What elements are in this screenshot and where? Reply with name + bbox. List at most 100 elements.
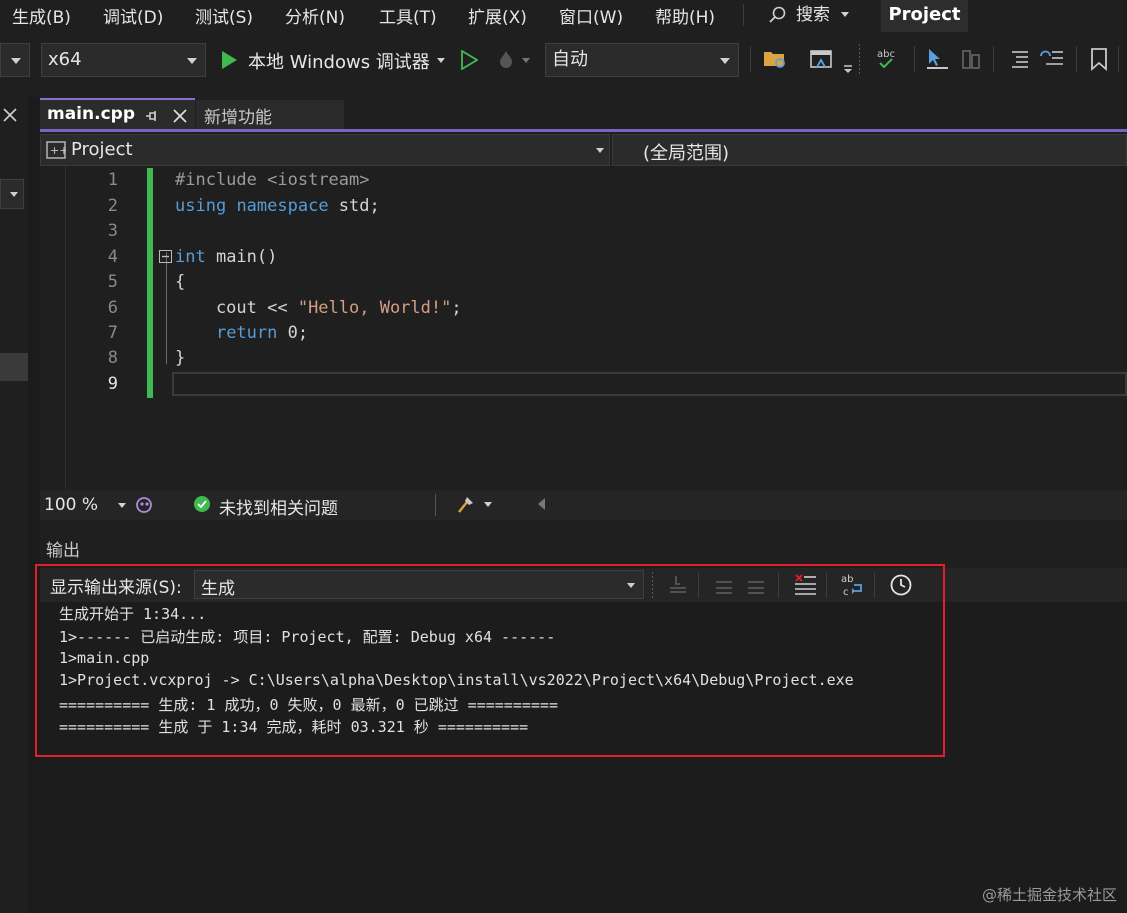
- close-icon[interactable]: [172, 108, 188, 124]
- find-message-icon: [670, 576, 686, 593]
- output-toolbar: 显示输出来源(S): 生成 ab c: [40, 568, 1127, 602]
- run-debugger-button[interactable]: 本地 Windows 调试器: [216, 43, 454, 77]
- fold-guide: [166, 252, 167, 364]
- output-line: ========== 生成: 1 成功，0 失败，0 最新，0 已跳过 ====…: [59, 696, 558, 714]
- zoom-level: 100 %: [44, 495, 99, 515]
- line-number: 6: [107, 298, 118, 318]
- output-line: 1>Project.vcxproj -> C:\Users\alpha\Desk…: [59, 671, 854, 689]
- code-line: int main(): [175, 247, 278, 267]
- code-line: return 0;: [215, 323, 309, 343]
- tab-label: main.cpp: [47, 104, 135, 124]
- watermark: @稀土掘金技术社区: [981, 886, 1117, 904]
- play-icon: [222, 51, 237, 69]
- clear-all-icon[interactable]: [792, 571, 818, 599]
- status-separator: [435, 494, 436, 516]
- menu-help[interactable]: 帮助(H): [655, 3, 715, 28]
- output-source-dropdown[interactable]: 生成: [194, 570, 644, 599]
- chevron-down-icon: [522, 58, 530, 63]
- line-number: 5: [107, 272, 118, 292]
- comment-lines-icon[interactable]: [1006, 46, 1032, 72]
- chevron-down-icon: [484, 502, 492, 507]
- overflow-icon[interactable]: [842, 52, 854, 74]
- project-scope-dropdown[interactable]: ++ Project: [40, 134, 610, 166]
- spell-check-icon[interactable]: abc: [875, 46, 903, 72]
- scroll-left-icon[interactable]: [538, 498, 545, 510]
- output-source-label: 显示输出来源(S):: [50, 578, 182, 598]
- config-combo[interactable]: [0, 43, 30, 77]
- code-line: }: [175, 348, 186, 368]
- output-title: 输出: [46, 541, 80, 561]
- solution-explorer-icon[interactable]: [808, 47, 834, 71]
- chevron-down-icon: [841, 12, 849, 17]
- tab-accent-line: [40, 129, 1127, 132]
- next-message-icon: [748, 581, 764, 594]
- uncomment-lines-icon[interactable]: [1038, 46, 1066, 72]
- menu-window[interactable]: 窗口(W): [559, 3, 623, 28]
- search-box[interactable]: 搜索: [766, 0, 856, 30]
- bookmark-icon[interactable]: [1088, 46, 1110, 72]
- search-icon: [769, 6, 786, 23]
- platform-combo[interactable]: x64: [41, 43, 206, 77]
- layout-icon: [962, 50, 980, 69]
- line-number: 8: [107, 348, 118, 368]
- editor-status-bar: 100 % 未找到相关问题: [40, 490, 1127, 520]
- chevron-down-icon: [118, 503, 126, 508]
- line-number: 4: [107, 247, 118, 267]
- menu-bar: 生成(B) 调试(D) 测试(S) 分析(N) 工具(T) 扩展(X) 窗口(W…: [0, 0, 1127, 32]
- toolbar-separator: [1118, 46, 1119, 72]
- panel-combo[interactable]: [0, 179, 24, 209]
- global-scope-dropdown[interactable]: (全局范围): [612, 134, 1127, 166]
- issues-status[interactable]: 未找到相关问题: [219, 494, 338, 519]
- menu-tools[interactable]: 工具(T): [379, 3, 437, 28]
- folder-search-icon[interactable]: [762, 47, 788, 71]
- menu-extensions[interactable]: 扩展(X): [468, 3, 527, 28]
- collapse-icon[interactable]: [159, 250, 172, 263]
- line-number: 7: [107, 323, 118, 343]
- output-line: 1>main.cpp: [59, 649, 150, 667]
- panel-splitter[interactable]: [28, 97, 40, 913]
- tab-whats-new[interactable]: 新增功能: [196, 100, 344, 130]
- code-line: {: [175, 272, 186, 292]
- menu-debug[interactable]: 调试(D): [103, 3, 163, 28]
- output-text-area[interactable]: [40, 602, 1127, 913]
- output-line: 生成开始于 1:34...: [59, 605, 207, 623]
- project-scope-label: Project: [71, 139, 133, 160]
- line-number: 2: [107, 196, 118, 216]
- close-icon[interactable]: [2, 107, 18, 123]
- line-number: 1: [107, 170, 118, 190]
- start-without-debugging-icon[interactable]: [460, 50, 478, 70]
- debug-target-combo[interactable]: 自动: [545, 43, 739, 77]
- line-number: 3: [107, 221, 118, 241]
- toolbar-separator: [778, 572, 779, 598]
- menu-analyze[interactable]: 分析(N): [285, 3, 345, 28]
- toolbar-separator: [914, 46, 915, 72]
- toolbar-separator: [993, 46, 994, 72]
- code-cleanup-icon[interactable]: [455, 494, 477, 516]
- search-label: 搜索: [796, 5, 830, 25]
- chevron-down-icon: [11, 58, 21, 64]
- code-line: using namespace std;: [175, 196, 380, 216]
- pin-icon[interactable]: [144, 109, 158, 123]
- menu-test[interactable]: 测试(S): [195, 3, 253, 28]
- toolbar-grip: [859, 44, 860, 74]
- chevron-down-icon: [720, 58, 730, 64]
- zoom-dropdown[interactable]: 100 %: [40, 492, 130, 518]
- tab-main-cpp[interactable]: main.cpp: [40, 98, 195, 130]
- toolbar-separator: [750, 46, 751, 72]
- svg-text:++: ++: [50, 144, 66, 157]
- timestamp-clock-icon[interactable]: [888, 572, 914, 598]
- panel-selected-row[interactable]: [0, 353, 28, 381]
- select-pointer-icon[interactable]: [924, 46, 950, 72]
- menu-separator: [743, 4, 744, 26]
- run-label: 本地 Windows 调试器: [248, 52, 430, 73]
- copilot-icon[interactable]: [134, 495, 154, 515]
- word-wrap-icon[interactable]: ab c: [838, 571, 866, 599]
- debug-target-value: 自动: [552, 49, 588, 70]
- hot-reload-icon[interactable]: [494, 48, 518, 72]
- current-line-highlight: [172, 372, 1127, 396]
- check-circle-icon: [194, 496, 210, 512]
- toolbar-grip: [652, 572, 653, 598]
- menu-build[interactable]: 生成(B): [12, 3, 71, 28]
- chevron-down-icon: [596, 148, 604, 153]
- change-tracking-bar: [147, 168, 153, 398]
